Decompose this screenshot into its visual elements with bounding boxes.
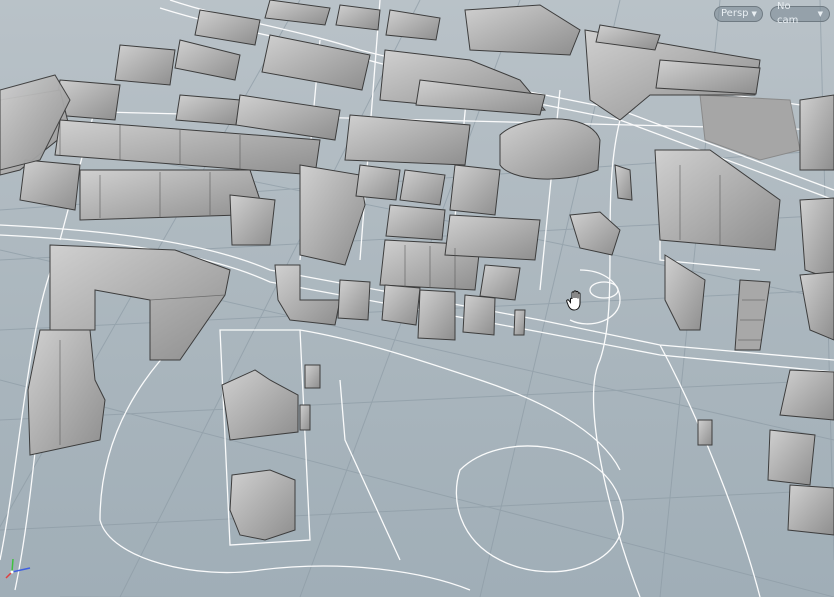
- flat-footprint: [699, 94, 801, 161]
- hand-pan-icon: [566, 290, 581, 311]
- triangle-down-icon: ▼: [817, 10, 823, 18]
- triangle-down-icon: ▼: [751, 10, 757, 18]
- buildings: [0, 0, 834, 541]
- camera-label: No cam: [777, 1, 799, 26]
- city-scene[interactable]: [0, 0, 834, 597]
- view-mode-label: Persp: [721, 8, 749, 19]
- view-mode-menu[interactable]: Persp ▼: [714, 6, 763, 22]
- camera-menu[interactable]: No cam ▼: [770, 1, 830, 26]
- 3d-viewport[interactable]: Persp ▼ No cam ▼: [0, 0, 834, 597]
- xyz-axis-icon: [5, 558, 31, 579]
